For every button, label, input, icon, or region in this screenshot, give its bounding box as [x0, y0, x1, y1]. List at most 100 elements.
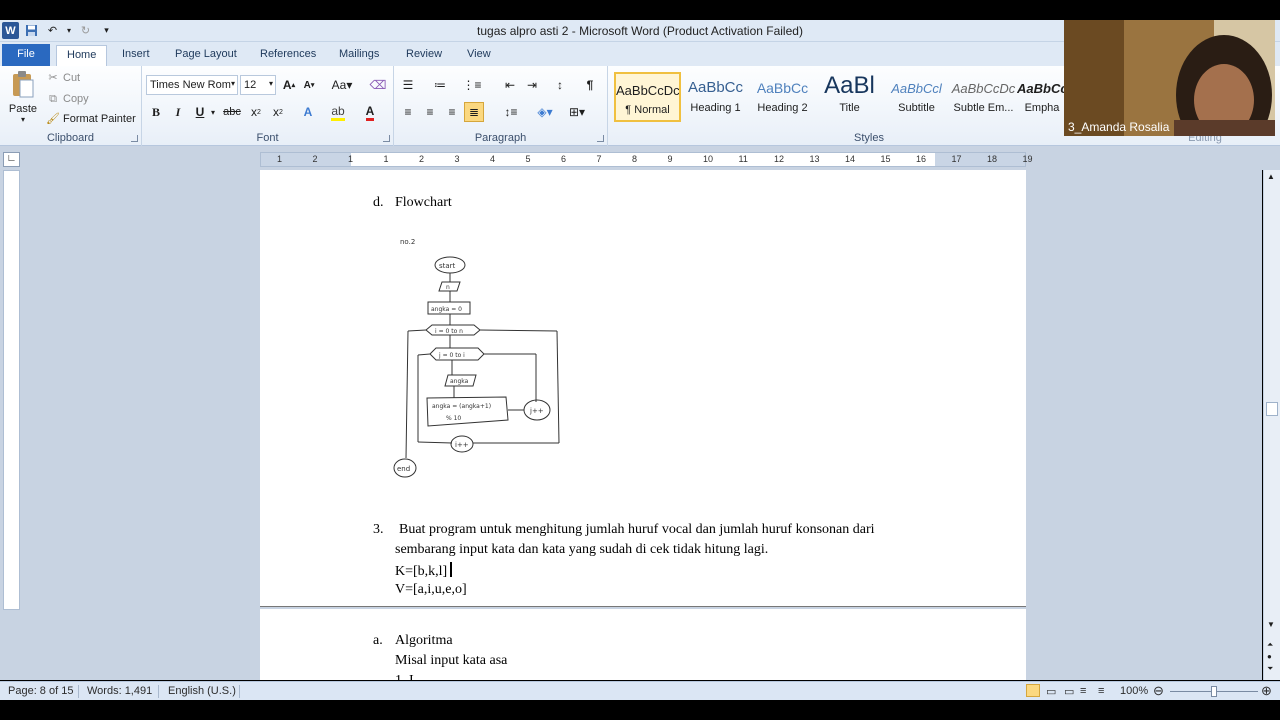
horizontal-ruler[interactable]: 1 2 1 1 2 3 4 5 6 7 8 9 10 11 12 13 14 15 16 17 18 19 [260, 152, 1033, 167]
clipboard-dialog-launcher[interactable] [131, 135, 138, 142]
align-left-icon[interactable]: ≡ [398, 102, 418, 122]
tab-view[interactable]: View [457, 45, 501, 66]
browse-object-icon[interactable]: ● [1267, 652, 1272, 661]
vowel-set-line: V=[a,i,u,e,o] [395, 582, 467, 597]
scroll-down-icon[interactable]: ▼ [1267, 620, 1275, 629]
outline-view-icon[interactable]: ≡ [1080, 685, 1086, 697]
ruler-number: 7 [596, 154, 602, 164]
font-name-dropdown-icon[interactable]: ▾ [231, 79, 235, 88]
numbering-icon[interactable]: ≔ [430, 75, 450, 95]
strikethrough-icon[interactable]: abc [222, 102, 242, 122]
cut-button[interactable]: ✂ Cut [46, 71, 80, 85]
font-group: Times New Rom ▾ 12 ▾ A ▴ A ▾ Aa▾ ⌫ B I U ▾… [142, 66, 394, 146]
paragraph-group: ☰ ≔ ⋮≡ ⇤ ⇥ ↕ ¶ ≡ ≡ ≡ ≣ ↕≡ ◈▾ ⊞▾ Paragrap… [394, 66, 608, 146]
font-name-combo[interactable]: Times New Rom ▾ [146, 75, 238, 95]
font-size-combo[interactable]: 12 ▾ [240, 75, 276, 95]
zoom-level[interactable]: 100% [1120, 685, 1148, 697]
document-page-next[interactable]: a. Algoritma Misal input kata asa 1. I [260, 609, 1026, 688]
sort-icon[interactable]: ↕ [550, 75, 570, 95]
grow-font-icon[interactable]: A ▴ [279, 75, 299, 95]
borders-icon[interactable]: ⊞▾ [564, 102, 590, 122]
ruler-number: 13 [809, 154, 820, 164]
style-heading-2[interactable]: AaBbCc Heading 2 [749, 72, 816, 122]
top-black-band [0, 0, 1280, 20]
ruler-number: 2 [312, 154, 318, 164]
print-layout-view-icon[interactable] [1026, 684, 1040, 697]
tab-mailings[interactable]: Mailings [329, 45, 389, 66]
style-normal[interactable]: AaBbCcDc ¶ Normal [614, 72, 681, 122]
styles-group-label: Styles [854, 132, 884, 144]
algorithm-heading: Algoritma [395, 633, 453, 648]
svg-text:% 10: % 10 [446, 415, 461, 422]
zoom-out-icon[interactable]: ⊖ [1153, 683, 1164, 699]
align-right-icon[interactable]: ≡ [442, 102, 462, 122]
decrease-indent-icon[interactable]: ⇤ [500, 75, 520, 95]
draft-view-icon[interactable]: ≡ [1098, 685, 1104, 697]
svg-text:j = 0 to i: j = 0 to i [438, 352, 465, 359]
zoom-in-icon[interactable]: ⊕ [1261, 683, 1272, 699]
font-dialog-launcher[interactable] [383, 135, 390, 142]
ruler-number: 11 [738, 154, 748, 164]
subscript-icon[interactable]: x2 [246, 102, 266, 122]
font-color-icon[interactable]: A [360, 102, 380, 122]
tab-insert[interactable]: Insert [112, 45, 160, 66]
text-effects-icon[interactable]: A [298, 102, 318, 122]
superscript-icon[interactable]: x2 [268, 102, 288, 122]
paste-button[interactable]: Paste ▾ [6, 70, 40, 124]
copy-button[interactable]: ⧉ Copy [46, 92, 89, 106]
paste-dropdown-icon[interactable]: ▾ [6, 115, 40, 124]
tab-selector[interactable]: ∟ [3, 152, 20, 167]
shading-icon[interactable]: ◈▾ [532, 102, 558, 122]
bullets-icon[interactable]: ☰ [398, 75, 418, 95]
list-marker-d: d. [373, 195, 384, 210]
question-3-line1: Buat program untuk menghitung jumlah hur… [399, 522, 875, 537]
tab-references[interactable]: References [250, 45, 326, 66]
svg-text:angka = 0: angka = 0 [431, 306, 462, 313]
change-case-icon[interactable]: Aa▾ [328, 75, 356, 95]
show-formatting-marks-icon[interactable]: ¶ [580, 75, 600, 95]
italic-icon[interactable]: I [168, 102, 188, 122]
previous-page-icon[interactable]: ⏶ [1267, 640, 1273, 650]
tab-review[interactable]: Review [396, 45, 452, 66]
tab-home[interactable]: Home [56, 45, 108, 66]
ruler-number: 3 [454, 154, 460, 164]
font-size-dropdown-icon[interactable]: ▾ [269, 79, 273, 88]
style-subtitle[interactable]: AaBbCcl Subtitle [883, 72, 950, 122]
underline-icon[interactable]: U [190, 102, 210, 122]
bold-icon[interactable]: B [146, 102, 166, 122]
shrink-font-icon[interactable]: A ▾ [299, 75, 319, 95]
style-title[interactable]: AaBl Title [816, 72, 883, 122]
language-indicator[interactable]: English (U.S.) [168, 685, 236, 697]
format-painter-button[interactable]: 🖌 Format Painter [46, 112, 136, 126]
style-heading-1[interactable]: AaBbCc Heading 1 [682, 72, 749, 122]
tab-file[interactable]: File [2, 44, 50, 66]
vertical-ruler[interactable] [3, 170, 20, 610]
style-emphasis[interactable]: AaBbCcDc Empha [1017, 72, 1067, 122]
zoom-slider-thumb[interactable] [1211, 686, 1217, 697]
styles-group: AaBbCcDc ¶ Normal AaBbCc Heading 1 AaBbC… [608, 66, 1130, 146]
page-indicator[interactable]: Page: 8 of 15 [8, 685, 73, 697]
clear-formatting-icon[interactable]: ⌫ [368, 75, 388, 95]
web-layout-icon[interactable]: ▭ [1064, 685, 1074, 698]
scroll-up-icon[interactable]: ▲ [1267, 172, 1275, 181]
justify-icon[interactable]: ≣ [464, 102, 484, 122]
highlight-icon[interactable]: ab [328, 102, 348, 122]
ruler-number: 6 [561, 154, 567, 164]
ruler-number: 4 [490, 154, 496, 164]
paragraph-dialog-launcher[interactable] [597, 135, 604, 142]
underline-dropdown-icon[interactable]: ▾ [208, 102, 218, 122]
paintbrush-icon: 🖌 [46, 113, 60, 125]
ruler-number: 19 [1022, 154, 1033, 164]
multilevel-list-icon[interactable]: ⋮≡ [462, 75, 482, 95]
next-page-icon[interactable]: ⏷ [1267, 664, 1273, 674]
document-page[interactable]: d. Flowchart no.2 start n angka = 0 i = … [260, 170, 1026, 607]
line-spacing-icon[interactable]: ↕≡ [498, 102, 524, 122]
tab-page-layout[interactable]: Page Layout [165, 45, 247, 66]
increase-indent-icon[interactable]: ⇥ [522, 75, 542, 95]
align-center-icon[interactable]: ≡ [420, 102, 440, 122]
style-subtle-emphasis[interactable]: AaBbCcDc Subtle Em... [950, 72, 1017, 122]
full-screen-reading-icon[interactable]: ▭ [1046, 685, 1056, 698]
word-count[interactable]: Words: 1,491 [87, 685, 152, 697]
scroll-thumb[interactable] [1266, 402, 1278, 416]
vertical-scrollbar[interactable]: ▲ ▼ ⏶ ● ⏷ [1263, 170, 1280, 680]
